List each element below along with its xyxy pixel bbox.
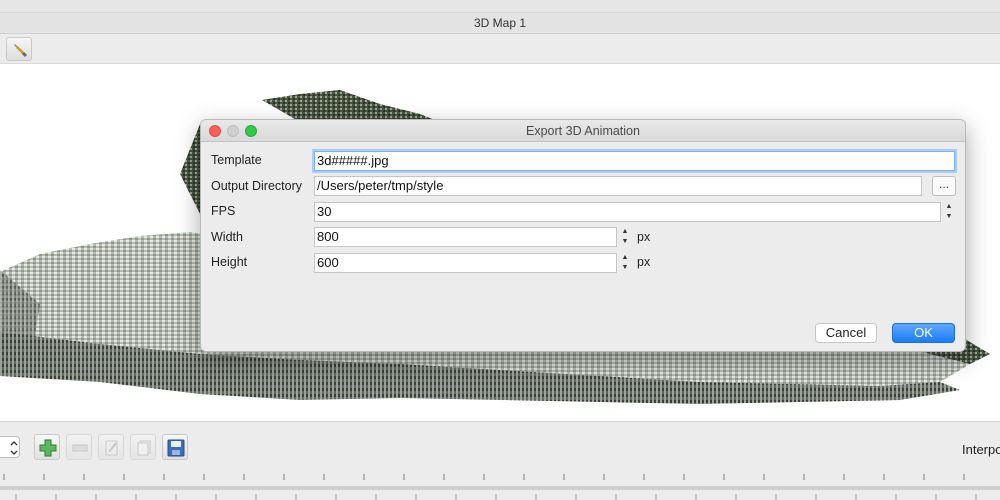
output-directory-label: Output Directory: [211, 179, 303, 193]
duplicate-icon: [137, 440, 151, 456]
width-unit: px: [637, 230, 651, 244]
remove-keyframe-button[interactable]: [66, 434, 92, 460]
output-directory-input[interactable]: /Users/peter/tmp/style: [314, 176, 922, 196]
fps-stepper[interactable]: ▲ ▼: [943, 202, 955, 222]
dialog-title: Export 3D Animation: [526, 124, 640, 138]
height-input[interactable]: 600: [314, 253, 617, 273]
height-unit: px: [637, 255, 651, 269]
keyframe-selector[interactable]: [0, 436, 20, 458]
width-label: Width: [211, 230, 243, 244]
chevron-up-icon[interactable]: ▲: [943, 202, 955, 212]
stepper-arrows-icon: [10, 441, 18, 455]
dialog-titlebar: Export 3D Animation: [201, 120, 965, 142]
chevron-up-icon[interactable]: ▲: [619, 253, 631, 263]
remove-icon: [72, 444, 88, 452]
top-strip: [0, 0, 1000, 12]
minimize-window-button[interactable]: [227, 125, 239, 137]
chevron-up-icon[interactable]: ▲: [619, 227, 631, 237]
chevron-down-icon[interactable]: ▼: [943, 212, 955, 222]
browse-directory-button[interactable]: ...: [932, 176, 956, 196]
chevron-down-icon[interactable]: ▼: [619, 237, 631, 247]
edit-keyframe-button[interactable]: [98, 434, 124, 460]
template-input[interactable]: 3d#####.jpg: [314, 151, 955, 171]
wrench-icon: [14, 44, 28, 58]
cancel-button[interactable]: Cancel: [815, 323, 877, 343]
fps-label: FPS: [211, 204, 236, 218]
map-toolbar: [0, 34, 1000, 64]
add-icon: [39, 439, 57, 457]
animation-panel: Interpo: [0, 421, 1000, 500]
close-window-button[interactable]: [209, 125, 221, 137]
timeline-ticks: [0, 474, 1000, 500]
timeline-slider[interactable]: [0, 469, 1000, 500]
configure-button[interactable]: [6, 37, 32, 61]
width-stepper[interactable]: ▲ ▼: [619, 227, 631, 247]
template-label: Template: [211, 153, 262, 167]
save-icon: [167, 439, 185, 457]
duplicate-keyframe-button[interactable]: [130, 434, 156, 460]
interpolation-label: Interpo: [962, 442, 1000, 457]
add-keyframe-button[interactable]: [34, 434, 60, 460]
ok-button[interactable]: OK: [892, 323, 955, 343]
fps-input[interactable]: 30: [314, 202, 941, 222]
height-stepper[interactable]: ▲ ▼: [619, 253, 631, 273]
width-input[interactable]: 800: [314, 227, 617, 247]
window-title: 3D Map 1: [0, 12, 1000, 34]
export-3d-animation-dialog: Export 3D Animation Template 3d#####.jpg…: [200, 119, 966, 352]
export-animation-button[interactable]: [162, 434, 188, 460]
edit-icon: [105, 440, 118, 456]
maximize-window-button[interactable]: [245, 125, 257, 137]
chevron-down-icon[interactable]: ▼: [619, 263, 631, 273]
height-label: Height: [211, 255, 248, 269]
